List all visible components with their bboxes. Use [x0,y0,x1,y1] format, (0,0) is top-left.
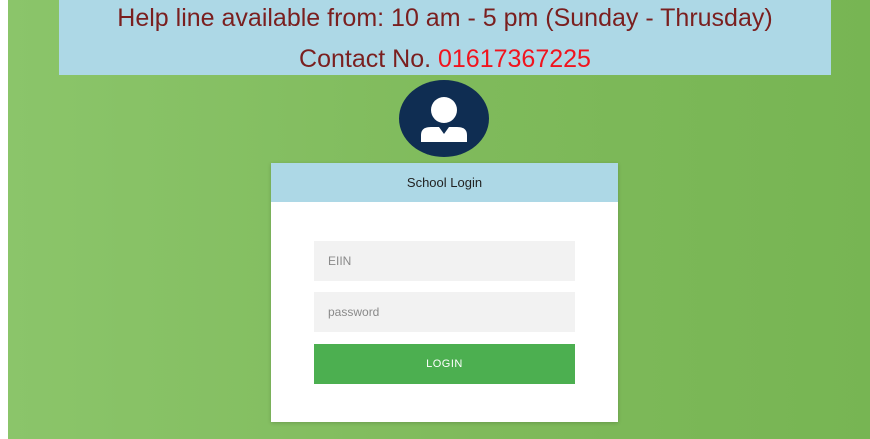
eiin-input[interactable] [314,241,575,281]
contact-label: Contact No. [299,45,432,73]
password-input[interactable] [314,292,575,332]
contact-line: Contact No. 01617367225 [59,43,831,75]
helpline-text: Help line available from: 10 am - 5 pm (… [117,4,773,32]
login-card: School Login LOGIN [271,163,618,422]
avatar [399,80,489,157]
helpline-banner: Help line available from: 10 am - 5 pm (… [59,0,831,75]
login-button[interactable]: LOGIN [314,344,575,384]
user-icon [421,97,467,142]
page-background: Help line available from: 10 am - 5 pm (… [8,0,870,439]
login-card-title: School Login [271,163,618,202]
contact-number: 01617367225 [438,45,591,73]
